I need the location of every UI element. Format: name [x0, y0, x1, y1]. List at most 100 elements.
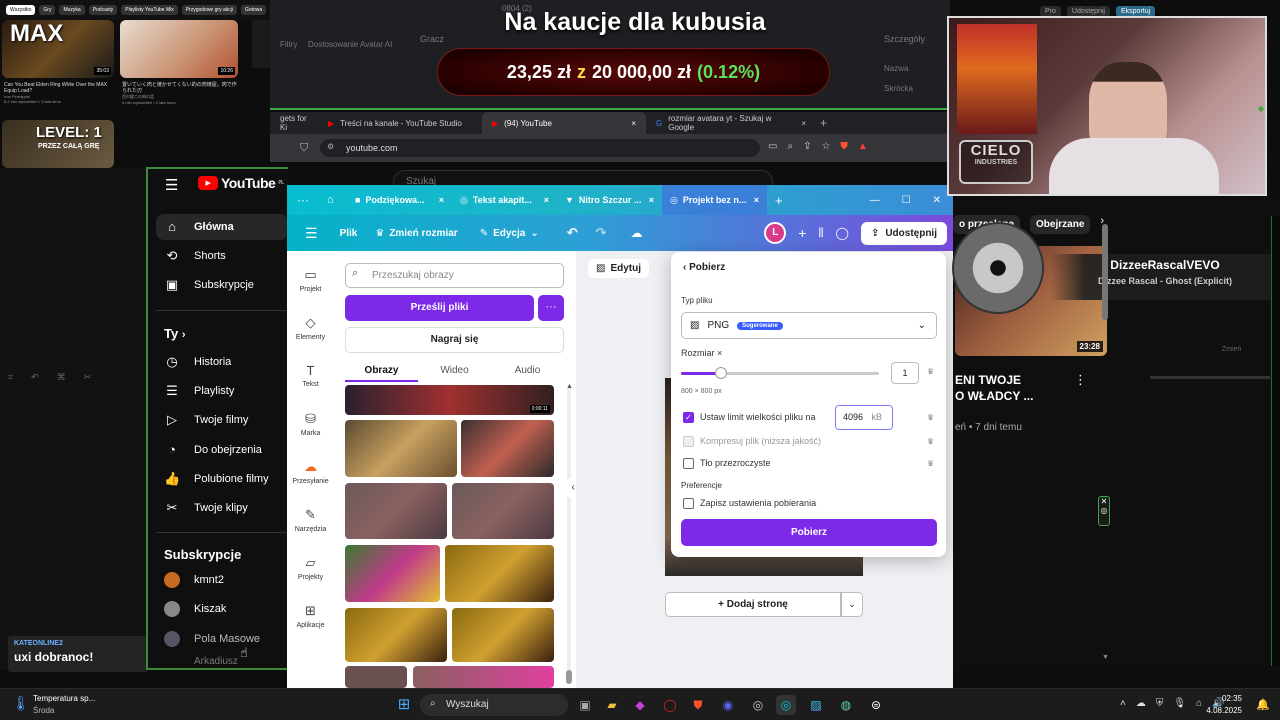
- new-tab-icon[interactable]: +: [775, 193, 783, 208]
- canva-icon[interactable]: ◎: [776, 695, 796, 715]
- canva-tab[interactable]: ▼ Nitro Szczur ... ×: [557, 185, 662, 215]
- file-menu[interactable]: Plik: [340, 228, 358, 239]
- nav-projects[interactable]: ▱ Projekty: [287, 555, 334, 581]
- photos-icon[interactable]: ▨: [806, 695, 826, 715]
- file-type-select[interactable]: ▨ PNG Sugerowane ⌄: [681, 312, 937, 339]
- menu-icon[interactable]: ☰: [305, 225, 318, 242]
- chip-watched[interactable]: Obejrzane: [1030, 215, 1091, 234]
- more-icon[interactable]: ···: [297, 193, 327, 207]
- close-tab-icon[interactable]: ×: [544, 195, 549, 205]
- copilot-icon[interactable]: ◆: [630, 695, 650, 715]
- notifications-icon[interactable]: 🔔: [1256, 698, 1270, 711]
- add-page-button[interactable]: + Dodaj stronę: [665, 592, 841, 617]
- chip-all[interactable]: Wszystko: [6, 5, 36, 15]
- chevron-up-icon[interactable]: ˄: [1120, 698, 1126, 709]
- close-tab-icon[interactable]: ×: [801, 119, 806, 128]
- close-tab-icon[interactable]: ×: [439, 195, 444, 205]
- browser-icon[interactable]: ◍: [836, 695, 856, 715]
- size-slider-handle[interactable]: [714, 367, 727, 379]
- comment-icon[interactable]: ◯: [836, 226, 849, 240]
- url-field[interactable]: youtube.com: [320, 139, 760, 157]
- thermometer-icon[interactable]: 🌡: [12, 695, 30, 712]
- nav-tools[interactable]: ✎ Narzędzia: [287, 507, 334, 533]
- close-icon[interactable]: ✕: [1099, 497, 1109, 506]
- close-tab-icon[interactable]: ×: [631, 119, 636, 128]
- edit-menu[interactable]: ✎ Edycja ⌄: [480, 228, 539, 239]
- sidebar-item-liked[interactable]: 👍 Polubione filmy: [156, 466, 288, 492]
- youtube-logo[interactable]: ▶ YouTube PL: [198, 175, 284, 191]
- clock-date[interactable]: 4.08.2025: [1198, 706, 1242, 715]
- video-title[interactable]: Can You Beat Elden Ring While Over the M…: [4, 82, 114, 94]
- uploaded-image[interactable]: [445, 545, 554, 602]
- uploaded-image[interactable]: [452, 483, 554, 539]
- settings-icon[interactable]: ◎: [1099, 506, 1109, 515]
- browser-tab[interactable]: gets for Ki: [270, 112, 318, 134]
- redo-icon[interactable]: ↷: [596, 225, 607, 241]
- avatar[interactable]: L: [764, 222, 787, 244]
- uploaded-image[interactable]: [452, 608, 554, 662]
- sidebar-item-your-videos[interactable]: ▷ Twoje filmy: [156, 407, 288, 433]
- sidebar-item-history[interactable]: ◷ Historia: [156, 349, 288, 375]
- browser-tab[interactable]: Grozmiar avatara yt - Szukaj w Google ×: [646, 112, 816, 134]
- more-options-icon[interactable]: ···: [538, 295, 564, 321]
- chip-games[interactable]: Gry: [39, 5, 56, 15]
- save-prefs-checkbox[interactable]: [683, 498, 694, 509]
- analytics-icon[interactable]: ⫼: [818, 227, 823, 240]
- nav-design[interactable]: ▭ Projekt: [287, 267, 334, 293]
- star-icon[interactable]: ☆: [821, 141, 830, 152]
- new-tab-icon[interactable]: +: [820, 116, 827, 130]
- size-input[interactable]: 1: [891, 362, 919, 384]
- chevron-down-icon[interactable]: ⌄: [841, 592, 863, 617]
- sidebar-you-header[interactable]: Ty ›: [164, 326, 186, 341]
- microphone-icon[interactable]: 🎙: [1173, 698, 1186, 709]
- uploaded-image[interactable]: [345, 483, 447, 539]
- scrollbar-thumb[interactable]: [566, 670, 572, 684]
- limit-size-checkbox[interactable]: ✓: [683, 412, 694, 423]
- cast-icon[interactable]: ▭: [768, 141, 777, 152]
- steam-icon[interactable]: ◎: [748, 695, 768, 715]
- brave-icon[interactable]: ⛊: [688, 695, 708, 715]
- uploaded-image[interactable]: [413, 666, 554, 688]
- browser-tab-active[interactable]: ▶ (94) YouTube ×: [482, 112, 646, 134]
- subscription-channel[interactable]: Arkadiusz: [156, 654, 288, 668]
- home-icon[interactable]: ⌂: [327, 194, 347, 206]
- record-yourself-button[interactable]: Nagraj się: [345, 327, 564, 353]
- close-tab-icon[interactable]: ×: [754, 195, 759, 205]
- image-search-input[interactable]: Przeszukaj obrazy: [345, 263, 564, 288]
- minimize-icon[interactable]: —: [870, 195, 880, 206]
- sidebar-item-home[interactable]: ⌂ Główna: [156, 214, 288, 240]
- scroll-up-icon[interactable]: ▲: [566, 383, 573, 390]
- nav-apps[interactable]: ⊞ Aplikacje: [287, 603, 334, 629]
- change-button[interactable]: Zmień: [1222, 346, 1241, 353]
- size-slider[interactable]: [681, 367, 879, 379]
- panel-scrollbar[interactable]: [567, 388, 571, 680]
- sidebar-item-clips[interactable]: ✂ Twoje klipy: [156, 495, 288, 521]
- shield-icon[interactable]: ⛨: [1156, 698, 1164, 709]
- cloud-icon[interactable]: ☁: [1136, 698, 1146, 709]
- close-tab-icon[interactable]: ×: [649, 195, 654, 205]
- subscription-channel[interactable]: Kiszak: [156, 596, 288, 622]
- add-collaborator-icon[interactable]: +: [798, 225, 806, 241]
- sidebar-item-subscriptions[interactable]: ▣ Subskrypcje: [156, 272, 288, 298]
- brave-shield-icon[interactable]: ⛊: [840, 141, 848, 152]
- compress-checkbox[interactable]: [683, 436, 694, 447]
- clock-time[interactable]: 02:35: [1212, 694, 1242, 703]
- video-thumbnail[interactable]: 10:26: [120, 20, 238, 78]
- uploaded-image[interactable]: 0:00:11: [345, 385, 554, 415]
- file-explorer-icon[interactable]: ▰: [602, 695, 622, 715]
- canva-tab[interactable]: ■ Podziękowa... ×: [347, 185, 452, 215]
- brave-rewards-icon[interactable]: ▲: [858, 141, 868, 152]
- video-title[interactable]: ENI TWOJE O WŁADCY ...: [955, 372, 1033, 404]
- video-thumbnail[interactable]: LEVEL: 1 PRZEZ CAŁĄ GRĘ: [2, 120, 114, 168]
- sidebar-item-shorts[interactable]: ⟲ Shorts: [156, 243, 288, 269]
- chip-action[interactable]: Przygodowe gry akcji: [181, 5, 237, 15]
- download-submit-button[interactable]: Pobierz: [681, 519, 937, 546]
- nav-brand[interactable]: ⛁ Marka: [287, 411, 334, 437]
- chip-podcasts[interactable]: Podcasty: [88, 5, 118, 15]
- taskbar-search[interactable]: Wyszukaj: [420, 694, 568, 716]
- hamburger-menu-icon[interactable]: ☰: [165, 176, 178, 194]
- video-thumbnail[interactable]: MAX 35:03: [2, 20, 114, 78]
- undo-icon[interactable]: ↶: [567, 225, 578, 241]
- nav-elements[interactable]: ◇ Elementy: [287, 315, 334, 341]
- sidebar-item-watch-later[interactable]: ◔ Do obejrzenia: [156, 437, 288, 463]
